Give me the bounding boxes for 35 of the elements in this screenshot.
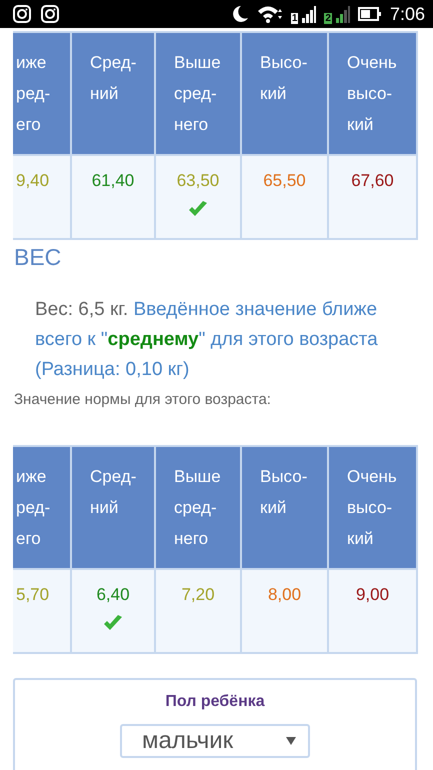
column-header: Выше сред- него <box>155 32 241 155</box>
section-title: ВЕС <box>14 243 62 272</box>
table-cell: 7,20 <box>155 569 241 653</box>
caret-icon <box>286 737 296 745</box>
column-header: Сред- ний <box>71 32 155 155</box>
column-header: Очень высо- кий <box>328 446 417 569</box>
signal-icon <box>336 4 350 24</box>
camera-app-icon <box>40 4 60 24</box>
column-header: Очень высо- кий <box>328 32 417 155</box>
column-header: Выше сред- него <box>155 446 241 569</box>
column-header: Сред- ний <box>71 446 155 569</box>
column-header: иже ред- его <box>13 32 71 155</box>
clock-text: 7:06 <box>390 2 425 26</box>
table-cell: 8,00 <box>241 569 328 653</box>
table-cell: 63,50 <box>155 155 241 239</box>
column-header: Высо- кий <box>241 446 328 569</box>
field-label: Пол ребёнка <box>164 692 266 712</box>
table-cell: 61,40 <box>71 155 155 239</box>
table-cell: 6,40 <box>71 569 155 653</box>
table-cell: 67,60 <box>328 155 417 239</box>
column-header: иже ред- его <box>13 446 71 569</box>
column-header: Высо- кий <box>241 32 328 155</box>
sim-label: 2 <box>324 13 332 24</box>
signal-icon <box>302 4 316 24</box>
table-cell: 65,50 <box>241 155 328 239</box>
result-text: Вес: 6,5 кг. Введённое значение ближе всего к "среднему" для этого возраста (Разница: 0,10 кг) <box>35 298 379 382</box>
gender-select[interactable]: мальчик <box>120 724 310 758</box>
table-cell: 5,70 <box>13 569 71 653</box>
wifi-icon <box>256 4 283 24</box>
norm-caption: Значение нормы для этого возраста: <box>14 390 272 410</box>
sim-label: 1 <box>290 13 298 24</box>
battery-icon <box>358 4 382 24</box>
table-cell: 9,40 <box>13 155 71 239</box>
camera-app-icon <box>12 4 32 24</box>
table-cell: 9,00 <box>328 569 417 653</box>
